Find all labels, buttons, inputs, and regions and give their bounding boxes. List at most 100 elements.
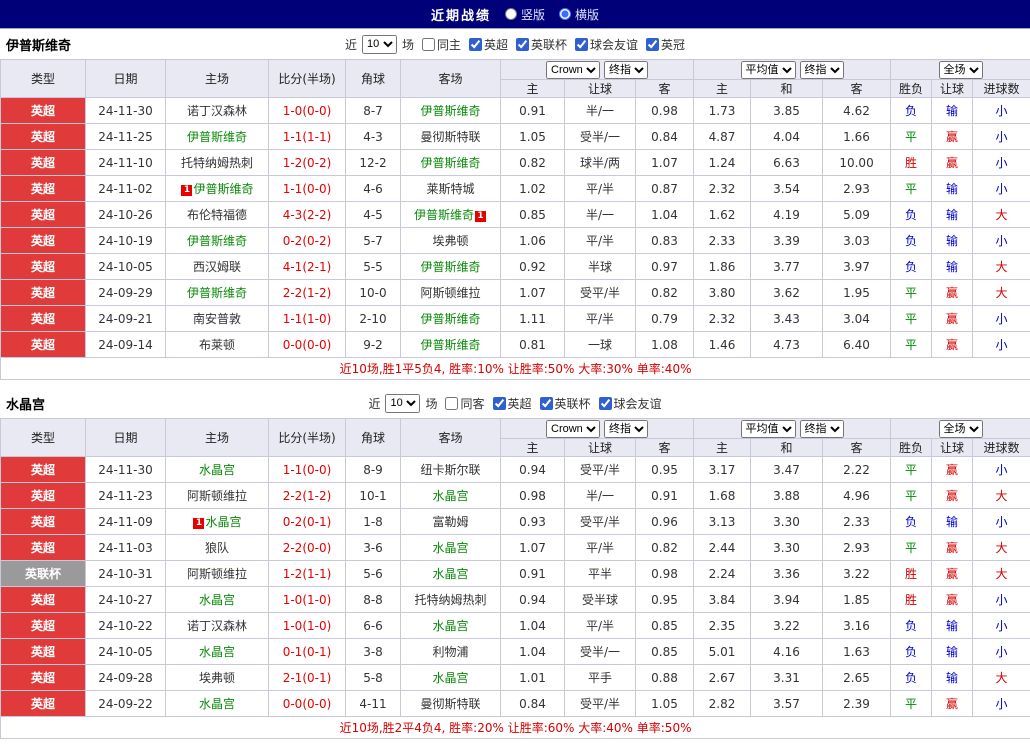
score-cell: 0-2(0-1) <box>269 509 346 535</box>
league-type-cell: 英联杯 <box>1 561 86 587</box>
filter-checkbox-input[interactable] <box>445 397 458 410</box>
team-link[interactable]: 埃弗顿 <box>199 671 235 685</box>
team-link[interactable]: 伊普斯维奇 <box>187 234 247 248</box>
outcome-cell: 负 <box>891 254 932 280</box>
match-row: 英超24-09-29伊普斯维奇2-2(1-2)10-0阿斯顿维拉1.07受平/半… <box>1 280 1030 306</box>
asia-away-odds: 0.95 <box>636 587 694 613</box>
team-link[interactable]: 阿斯顿维拉 <box>420 286 480 300</box>
team-link[interactable]: 水晶宫 <box>205 515 241 529</box>
team-link[interactable]: 曼彻斯特联 <box>420 130 480 144</box>
filter-checkbox-input[interactable] <box>469 38 482 51</box>
team-link[interactable]: 伊普斯维奇 <box>420 156 480 170</box>
asia-handicap: 受平/半 <box>565 509 636 535</box>
euro-home-odds: 1.73 <box>694 98 751 124</box>
team-link[interactable]: 伊普斯维奇 <box>187 130 247 144</box>
filter-checkbox-3[interactable]: 球会友谊 <box>575 36 638 53</box>
handicap-result-cell: 赢 <box>932 587 973 613</box>
team-link[interactable]: 纽卡斯尔联 <box>420 463 480 477</box>
team-link[interactable]: 伊普斯维奇 <box>414 208 474 222</box>
team-link[interactable]: 伊普斯维奇 <box>420 312 480 326</box>
filter-checkbox-input[interactable] <box>493 397 506 410</box>
bookmaker-select[interactable]: Crown <box>546 420 600 438</box>
filter-checkbox-1[interactable]: 英超 <box>493 395 532 412</box>
filter-checkbox-input[interactable] <box>540 397 553 410</box>
team-link[interactable]: 托特纳姆热刺 <box>414 593 486 607</box>
scope-select[interactable]: 全场 <box>939 61 983 79</box>
team-link[interactable]: 水晶宫 <box>199 697 235 711</box>
filter-checkbox-input[interactable] <box>516 38 529 51</box>
team-link[interactable]: 阿斯顿维拉 <box>187 489 247 503</box>
team-link[interactable]: 阿斯顿维拉 <box>187 567 247 581</box>
summary-row: 近10场,胜2平4负4, 胜率:20% 让胜率:60% 大率:40% 单率:50… <box>1 717 1030 739</box>
horizontal-layout-radio[interactable] <box>559 8 571 20</box>
filter-checkbox-0[interactable]: 同主 <box>422 36 461 53</box>
team-link[interactable]: 曼彻斯特联 <box>420 697 480 711</box>
team-link[interactable]: 布伦特福德 <box>187 208 247 222</box>
horizontal-layout-option[interactable]: 横版 <box>559 6 599 23</box>
filter-checkbox-input[interactable] <box>575 38 588 51</box>
filter-checkbox-input[interactable] <box>422 38 435 51</box>
euro-stage-select[interactable]: 终指 <box>800 420 844 438</box>
home-team-cell: 阿斯顿维拉 <box>166 483 269 509</box>
home-team-cell: 水晶宫 <box>166 639 269 665</box>
asia-away-odds: 0.98 <box>636 561 694 587</box>
euro-away-odds: 6.40 <box>823 332 891 358</box>
team-link[interactable]: 利物浦 <box>432 645 468 659</box>
euro-home-odds: 3.80 <box>694 280 751 306</box>
team-link[interactable]: 水晶宫 <box>199 593 235 607</box>
match-count-select[interactable]: 10 <box>362 35 397 54</box>
team-link[interactable]: 水晶宫 <box>432 619 468 633</box>
team-link[interactable]: 富勒姆 <box>432 515 468 529</box>
filter-checkbox-3[interactable]: 球会友谊 <box>599 395 662 412</box>
vertical-layout-option[interactable]: 竖版 <box>505 6 545 23</box>
average-select[interactable]: 平均值 <box>741 61 796 79</box>
team-link[interactable]: 布莱顿 <box>199 338 235 352</box>
filter-checkbox-2[interactable]: 英联杯 <box>540 395 591 412</box>
team-link[interactable]: 伊普斯维奇 <box>420 260 480 274</box>
team-link[interactable]: 伊普斯维奇 <box>187 286 247 300</box>
outcome-cell: 胜 <box>891 150 932 176</box>
team-link[interactable]: 水晶宫 <box>432 671 468 685</box>
asia-home-odds: 1.07 <box>501 535 565 561</box>
team-link[interactable]: 西汉姆联 <box>193 260 241 274</box>
asia-stage-select[interactable]: 终指 <box>604 61 648 79</box>
team-link[interactable]: 水晶宫 <box>432 567 468 581</box>
team-link[interactable]: 水晶宫 <box>432 489 468 503</box>
sub-col-header: 胜负 <box>891 80 932 98</box>
vertical-layout-radio[interactable] <box>505 8 517 20</box>
filter-checkbox-input[interactable] <box>599 397 612 410</box>
team-link[interactable]: 伊普斯维奇 <box>193 182 253 196</box>
euro-stage-select[interactable]: 终指 <box>800 61 844 79</box>
team-link[interactable]: 伊普斯维奇 <box>420 104 480 118</box>
filter-checkbox-1[interactable]: 英超 <box>469 36 508 53</box>
match-row: 英超24-10-19伊普斯维奇0-2(0-2)5-7埃弗顿1.06平/半0.83… <box>1 228 1030 254</box>
asia-stage-select[interactable]: 终指 <box>604 420 648 438</box>
euro-away-odds: 10.00 <box>823 150 891 176</box>
team-link[interactable]: 埃弗顿 <box>432 234 468 248</box>
score-cell: 1-2(1-1) <box>269 561 346 587</box>
average-select[interactable]: 平均值 <box>741 420 796 438</box>
team-link[interactable]: 诺丁汉森林 <box>187 619 247 633</box>
filter-checkbox-input[interactable] <box>646 38 659 51</box>
scope-select[interactable]: 全场 <box>939 420 983 438</box>
filter-checkbox-0[interactable]: 同客 <box>445 395 484 412</box>
goals-result-cell: 小 <box>973 457 1030 483</box>
team-link[interactable]: 狼队 <box>205 541 229 555</box>
filter-checkbox-4[interactable]: 英冠 <box>646 36 685 53</box>
filter-checkbox-2[interactable]: 英联杯 <box>516 36 567 53</box>
team-link[interactable]: 水晶宫 <box>199 463 235 477</box>
team-link[interactable]: 水晶宫 <box>199 645 235 659</box>
bookmaker-select[interactable]: Crown <box>546 61 600 79</box>
asia-handicap: 受平/半 <box>565 280 636 306</box>
team-link[interactable]: 诺丁汉森林 <box>187 104 247 118</box>
team-link[interactable]: 莱斯特城 <box>426 182 474 196</box>
team-link[interactable]: 托特纳姆热刺 <box>181 156 253 170</box>
euro-home-odds: 2.32 <box>694 306 751 332</box>
match-count-select[interactable]: 10 <box>385 394 420 413</box>
euro-away-odds: 3.22 <box>823 561 891 587</box>
team-link[interactable]: 伊普斯维奇 <box>420 338 480 352</box>
corners-cell: 5-7 <box>346 228 401 254</box>
team-link[interactable]: 南安普敦 <box>193 312 241 326</box>
team-link[interactable]: 水晶宫 <box>432 541 468 555</box>
home-team-cell: 托特纳姆热刺 <box>166 150 269 176</box>
